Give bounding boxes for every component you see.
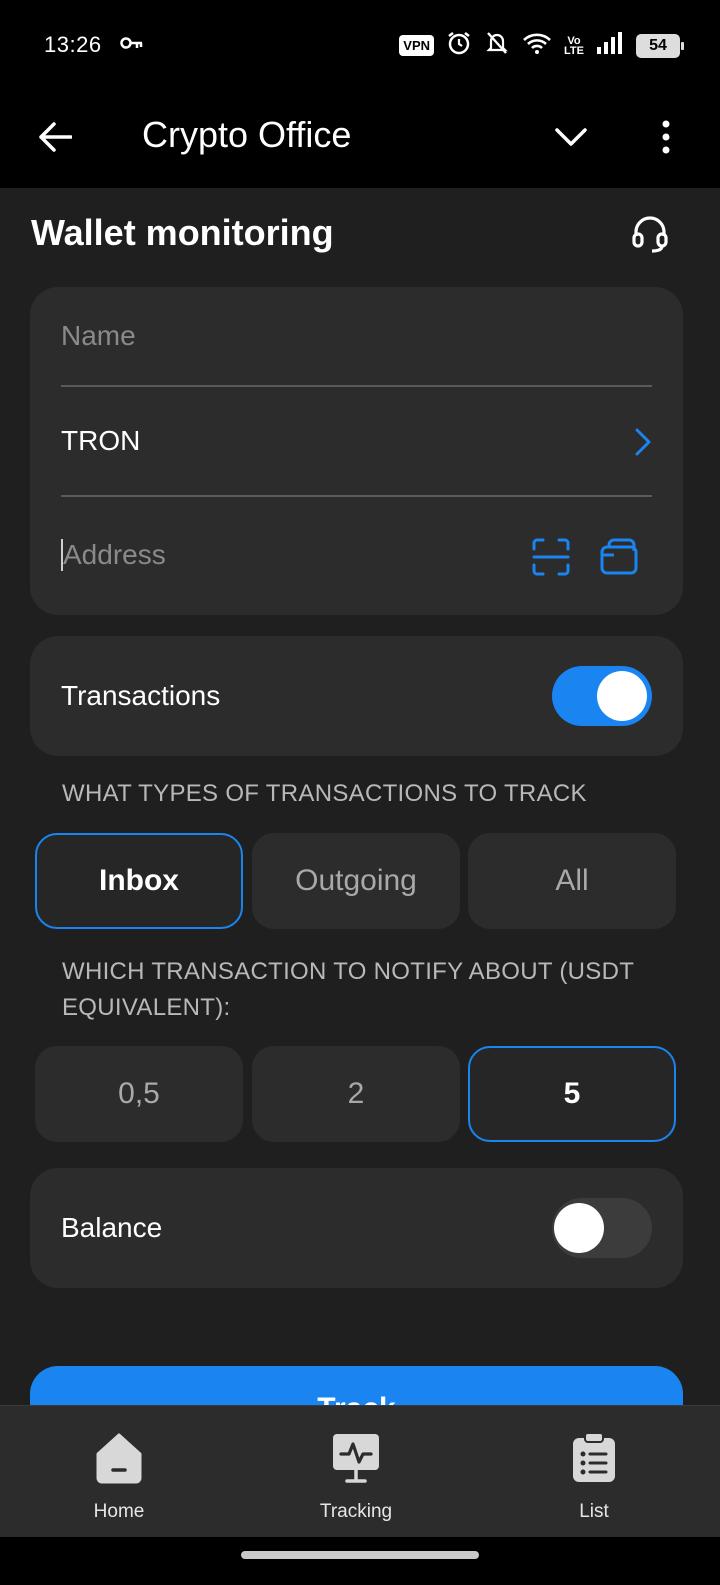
battery-indicator: 54 — [636, 33, 684, 58]
nav-label-tracking: Tracking — [319, 1501, 393, 1522]
home-icon — [96, 1433, 142, 1484]
type-option-inbox[interactable]: Inbox — [35, 833, 243, 929]
amount-option-5[interactable]: 5 — [468, 1046, 676, 1142]
nav-item-tracking[interactable]: Tracking — [276, 1426, 436, 1526]
alarm-icon — [446, 30, 472, 61]
bottom-navigation: Home Tracking List — [0, 1405, 720, 1537]
home-gesture-bar[interactable] — [241, 1551, 479, 1559]
transactions-card: Transactions — [30, 636, 683, 756]
collapse-button[interactable] — [546, 112, 596, 162]
amount-threshold-selector: 0,5 2 5 — [35, 1046, 677, 1142]
key-icon — [120, 36, 144, 55]
address-field-row — [61, 497, 652, 615]
nav-label-list: List — [579, 1501, 609, 1522]
list-icon — [573, 1432, 615, 1482]
balance-card: Balance — [30, 1168, 683, 1288]
signal-icon — [596, 31, 624, 60]
type-option-outgoing[interactable]: Outgoing — [252, 833, 460, 929]
page-title: Wallet monitoring — [31, 212, 334, 253]
balance-label: Balance — [61, 1212, 163, 1243]
vpn-badge: VPN — [399, 35, 435, 56]
tracking-icon — [333, 1434, 379, 1483]
app-title: Crypto Office — [142, 114, 352, 155]
notify-threshold-label: WHICH TRANSACTION TO NOTIFY ABOUT (USDT … — [62, 958, 634, 1021]
wifi-icon — [522, 31, 552, 60]
chevron-right-icon — [634, 427, 652, 462]
amount-option-2[interactable]: 2 — [252, 1046, 460, 1142]
nav-item-home[interactable]: Home — [39, 1426, 199, 1526]
status-bar: 13:26 VPN Vo LTE 54 — [0, 0, 720, 90]
more-vertical-icon — [662, 120, 670, 154]
toggle-knob — [554, 1203, 604, 1253]
network-value: TRON — [61, 425, 141, 456]
wallet-form-card: TRON — [30, 287, 683, 615]
name-field-row — [61, 287, 652, 387]
back-arrow-icon — [39, 122, 72, 152]
track-button[interactable]: Track — [30, 1366, 683, 1405]
status-time: 13:26 — [44, 32, 102, 57]
paste-button[interactable] — [599, 537, 641, 577]
nav-label-home: Home — [93, 1501, 145, 1522]
type-option-all[interactable]: All — [468, 833, 676, 929]
transaction-type-selector: Inbox Outgoing All — [35, 833, 677, 929]
status-icons: VPN Vo LTE 54 — [399, 30, 684, 61]
mute-icon — [484, 30, 510, 61]
transactions-toggle[interactable] — [552, 666, 652, 726]
nav-item-list[interactable]: List — [514, 1426, 674, 1526]
chevron-down-icon — [555, 128, 587, 146]
name-input[interactable] — [61, 320, 501, 352]
headset-icon — [632, 216, 668, 253]
network-selector[interactable]: TRON — [61, 387, 652, 497]
scan-icon — [532, 538, 570, 576]
more-options-button[interactable] — [644, 112, 688, 162]
main-content: Wallet monitoring TRON Transactions — [0, 188, 720, 1405]
amount-option-0-5[interactable]: 0,5 — [35, 1046, 243, 1142]
address-input[interactable] — [61, 539, 501, 571]
app-bar: Crypto Office — [0, 90, 720, 188]
transaction-types-label: WHAT TYPES OF TRANSACTIONS TO TRACK — [62, 780, 587, 807]
gesture-area — [0, 1537, 720, 1585]
toggle-knob — [597, 671, 647, 721]
wallet-paste-icon — [600, 538, 638, 575]
transactions-label: Transactions — [61, 680, 221, 711]
scan-qr-button[interactable] — [531, 537, 571, 577]
support-button[interactable] — [626, 210, 674, 258]
balance-toggle[interactable] — [552, 1198, 652, 1258]
back-button[interactable] — [30, 112, 80, 162]
volte-indicator: Vo LTE — [564, 34, 584, 57]
